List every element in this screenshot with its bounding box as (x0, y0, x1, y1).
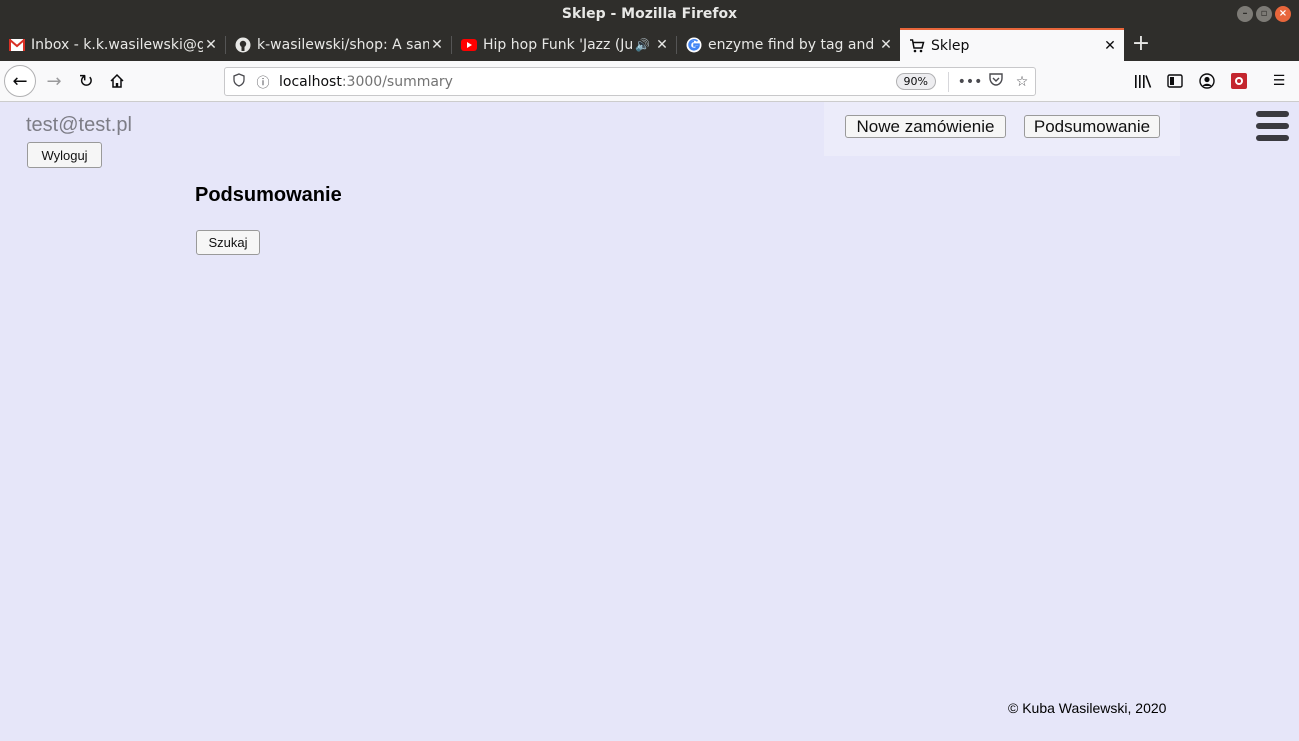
account-icon[interactable] (1195, 69, 1219, 93)
more-actions-icon[interactable]: ••• (957, 74, 983, 90)
youtube-icon (461, 37, 477, 53)
tab-sklep[interactable]: Sklep ✕ (900, 28, 1124, 61)
tab-label: Inbox - k.k.wasilewski@gmail.com (31, 36, 203, 53)
url-path: :3000/summary (341, 73, 453, 90)
reload-icon[interactable]: ↻ (70, 65, 102, 97)
window-title: Sklep - Mozilla Firefox (561, 6, 738, 22)
page-title: Podsumowanie (195, 184, 342, 206)
github-icon (235, 37, 251, 53)
gmail-icon (9, 37, 25, 53)
navigation-toolbar: ← → ↻ ⓘ localhost:3000/summary 90% ••• ☆… (0, 61, 1299, 102)
logout-button[interactable]: Wyloguj (27, 142, 102, 168)
tab-label: Sklep (931, 37, 970, 54)
tab-youtube[interactable]: Hip hop Funk 'Jazz (Ju 🔊 ✕ (452, 28, 676, 61)
shield-icon[interactable] (229, 72, 249, 91)
speaker-icon[interactable]: 🔊 (635, 38, 650, 52)
info-icon[interactable]: ⓘ (253, 72, 273, 91)
sidebar-icon[interactable] (1163, 69, 1187, 93)
url-bar[interactable]: ⓘ localhost:3000/summary 90% ••• ☆ (224, 67, 1036, 96)
google-icon (686, 37, 702, 53)
url-text[interactable]: localhost:3000/summary (279, 74, 896, 90)
zoom-level-badge[interactable]: 90% (895, 73, 936, 90)
hamburger-menu-icon[interactable]: ☰ (1267, 69, 1291, 93)
bookmark-star-icon[interactable]: ☆ (1009, 74, 1035, 90)
page-content: test@test.pl Wyloguj Nowe zamówienie Pod… (0, 102, 1299, 741)
summary-button[interactable]: Podsumowanie (1024, 115, 1160, 138)
window-titlebar: Sklep - Mozilla Firefox – ▫ × (0, 0, 1299, 28)
close-window-icon[interactable]: × (1275, 6, 1291, 22)
tab-label: Hip hop Funk 'Jazz (Ju (483, 36, 634, 53)
close-tab-icon[interactable]: ✕ (1102, 38, 1118, 54)
url-divider (948, 71, 949, 92)
tab-inbox[interactable]: Inbox - k.k.wasilewski@gmail.com ✕ (0, 28, 225, 61)
cart-icon (909, 38, 925, 54)
new-order-button[interactable]: Nowe zamówienie (845, 115, 1006, 138)
close-tab-icon[interactable]: ✕ (654, 37, 670, 53)
new-tab-icon[interactable]: + (1130, 28, 1152, 61)
forward-arrow-icon[interactable]: → (38, 65, 70, 97)
close-tab-icon[interactable]: ✕ (878, 37, 894, 53)
close-tab-icon[interactable]: ✕ (203, 37, 219, 53)
url-host: localhost (279, 73, 342, 90)
footer-copyright: © Kuba Wasilewski, 2020 (1008, 700, 1167, 716)
back-arrow-icon[interactable]: ← (4, 65, 36, 97)
home-icon[interactable] (101, 65, 133, 97)
window-controls: – ▫ × (1237, 6, 1291, 22)
close-tab-icon[interactable]: ✕ (429, 37, 445, 53)
menu-toggle-icon[interactable] (1256, 111, 1289, 144)
user-email: test@test.pl (26, 114, 132, 136)
library-icon[interactable] (1131, 69, 1155, 93)
tab-strip: Inbox - k.k.wasilewski@gmail.com ✕ k-was… (0, 28, 1299, 61)
tab-label: enzyme find by tag and attribute (708, 36, 878, 53)
tab-label: k-wasilewski/shop: A sample shop (257, 36, 429, 53)
minimize-icon[interactable]: – (1237, 6, 1253, 22)
extension-icon[interactable] (1227, 69, 1251, 93)
maximize-icon[interactable]: ▫ (1256, 6, 1272, 22)
pocket-icon[interactable] (983, 73, 1009, 90)
tab-github[interactable]: k-wasilewski/shop: A sample shop ✕ (226, 28, 451, 61)
tab-google[interactable]: enzyme find by tag and attribute ✕ (677, 28, 900, 61)
search-button[interactable]: Szukaj (196, 230, 260, 255)
